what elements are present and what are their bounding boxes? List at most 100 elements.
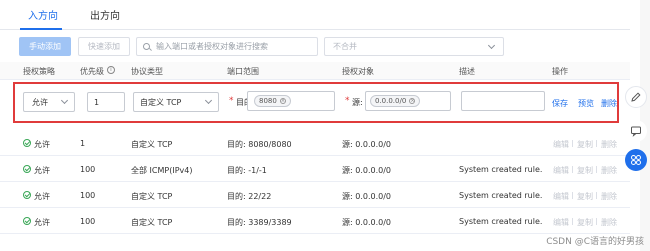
row-policy: 允许 — [34, 218, 50, 227]
description-input[interactable] — [461, 91, 545, 111]
search-input[interactable]: 输入端口或者授权对象进行搜索 — [136, 37, 318, 56]
row-policy: 允许 — [34, 192, 50, 201]
save-button[interactable]: 保存 — [552, 98, 568, 109]
row-source: 源: 0.0.0.0/0 — [342, 140, 392, 149]
merge-filter-select[interactable]: 不合并 — [324, 37, 504, 56]
row-port: 目的: 8080/8080 — [227, 140, 292, 149]
divider — [596, 218, 597, 225]
row-protocol: 自定义 TCP — [131, 140, 173, 149]
quick-add-button[interactable]: 快速添加 — [78, 37, 130, 56]
edit-rule-row: 允许 1 自定义 TCP * 目的: 8080 × * 源: 0.0.0.0/0… — [13, 82, 619, 123]
policy-select[interactable]: 允许 — [23, 92, 75, 112]
row-policy: 允许 — [34, 140, 50, 149]
edit-float-button[interactable] — [625, 86, 647, 108]
row-priority: 100 — [80, 165, 96, 174]
copy-button[interactable]: 复制 — [577, 139, 593, 150]
port-tag: 8080 × — [254, 95, 291, 107]
check-circle-icon — [23, 139, 31, 147]
table-row: 允许 1 自定义 TCP 目的: 8080/8080 源: 0.0.0.0/0 … — [0, 130, 630, 156]
row-port: 目的: -1/-1 — [227, 166, 267, 175]
table-row: 允许 100 自定义 TCP 目的: 3389/3389 源: 0.0.0.0/… — [0, 208, 630, 234]
row-description: System created rule. — [459, 217, 543, 226]
search-placeholder: 输入端口或者授权对象进行搜索 — [156, 42, 268, 51]
divider — [596, 140, 597, 147]
column-auth-object: 授权对象 — [342, 67, 374, 76]
protocol-select[interactable]: 自定义 TCP — [133, 92, 219, 112]
toolbar: 手动添加 快速添加 输入端口或者授权对象进行搜索 不合并 — [0, 34, 630, 58]
delete-button[interactable]: 删除 — [601, 98, 617, 109]
check-circle-icon — [23, 217, 31, 225]
divider — [572, 166, 573, 173]
merge-filter-value: 不合并 — [333, 42, 357, 51]
row-port: 目的: 3389/3389 — [227, 218, 292, 227]
row-source: 源: 0.0.0.0/0 — [342, 166, 392, 175]
port-range-input[interactable]: 8080 × — [247, 91, 335, 111]
divider — [572, 218, 573, 225]
delete-button[interactable]: 删除 — [601, 165, 617, 176]
row-protocol: 全部 ICMP(IPv4) — [131, 166, 193, 175]
row-protocol: 自定义 TCP — [131, 192, 173, 201]
source-label: 源: — [352, 98, 363, 107]
row-description: System created rule. — [459, 165, 543, 174]
divider — [596, 166, 597, 173]
apps-grid-icon — [631, 155, 641, 165]
row-source: 源: 0.0.0.0/0 — [342, 218, 392, 227]
port-tag-text: 8080 — [259, 97, 277, 105]
delete-button[interactable]: 删除 — [601, 139, 617, 150]
chevron-down-icon — [487, 41, 496, 50]
row-description: System created rule. — [459, 191, 543, 200]
direction-tabs: 入方向 出方向 — [0, 0, 630, 30]
edit-button[interactable]: 编辑 — [553, 139, 569, 150]
tag-close-icon[interactable]: × — [279, 98, 286, 104]
column-policy: 授权策略 — [23, 67, 55, 76]
source-tag-text: 0.0.0.0/0 — [375, 97, 407, 105]
required-mark: * — [345, 96, 350, 106]
divider — [596, 192, 597, 199]
row-priority: 100 — [80, 217, 96, 226]
active-tab-indicator — [20, 28, 62, 30]
table-row: 允许 100 全部 ICMP(IPv4) 目的: -1/-1 源: 0.0.0.… — [0, 156, 630, 182]
edit-button[interactable]: 编辑 — [553, 191, 569, 202]
tag-close-icon[interactable]: × — [409, 98, 416, 104]
priority-input[interactable]: 1 — [87, 92, 125, 112]
pencil-icon — [631, 92, 641, 102]
preview-button[interactable]: 预览 — [578, 98, 594, 109]
divider — [572, 192, 573, 199]
tab-inbound[interactable]: 入方向 — [28, 7, 58, 22]
tab-outbound[interactable]: 出方向 — [90, 7, 120, 22]
policy-value: 允许 — [32, 97, 48, 107]
copy-button[interactable]: 复制 — [577, 191, 593, 202]
column-description: 描述 — [459, 67, 475, 76]
copy-button[interactable]: 复制 — [577, 165, 593, 176]
source-tag: 0.0.0.0/0 × — [370, 95, 421, 107]
check-circle-icon — [23, 191, 31, 199]
row-policy: 允许 — [34, 166, 50, 175]
watermark: CSDN @C语言的好男孩 — [546, 237, 644, 247]
column-priority: 优先级 — [80, 67, 104, 76]
priority-value: 1 — [94, 97, 100, 107]
edit-button[interactable]: 编辑 — [553, 165, 569, 176]
row-priority: 100 — [80, 191, 96, 200]
chat-float-button[interactable] — [625, 120, 647, 142]
copy-button[interactable]: 复制 — [577, 217, 593, 228]
auth-object-input[interactable]: 0.0.0.0/0 × — [365, 91, 451, 111]
column-port-range: 端口范围 — [227, 67, 259, 76]
column-protocol: 协议类型 — [131, 67, 163, 76]
manual-add-button[interactable]: 手动添加 — [19, 37, 71, 56]
chat-icon — [631, 126, 641, 137]
protocol-value: 自定义 TCP — [140, 97, 182, 107]
row-protocol: 自定义 TCP — [131, 218, 173, 227]
apps-float-button[interactable] — [625, 149, 647, 171]
edit-button[interactable]: 编辑 — [553, 217, 569, 228]
column-actions: 操作 — [552, 67, 568, 76]
row-port: 目的: 22/22 — [227, 192, 272, 201]
row-priority: 1 — [80, 139, 86, 148]
required-mark: * — [229, 96, 234, 106]
delete-button[interactable]: 删除 — [601, 217, 617, 228]
divider — [572, 140, 573, 147]
chevron-down-icon — [60, 96, 69, 105]
table-header: 授权策略 优先级 i 协议类型 端口范围 授权对象 描述 操作 — [0, 62, 630, 80]
search-icon — [143, 43, 150, 50]
info-icon[interactable]: i — [107, 66, 115, 74]
delete-button[interactable]: 删除 — [601, 191, 617, 202]
